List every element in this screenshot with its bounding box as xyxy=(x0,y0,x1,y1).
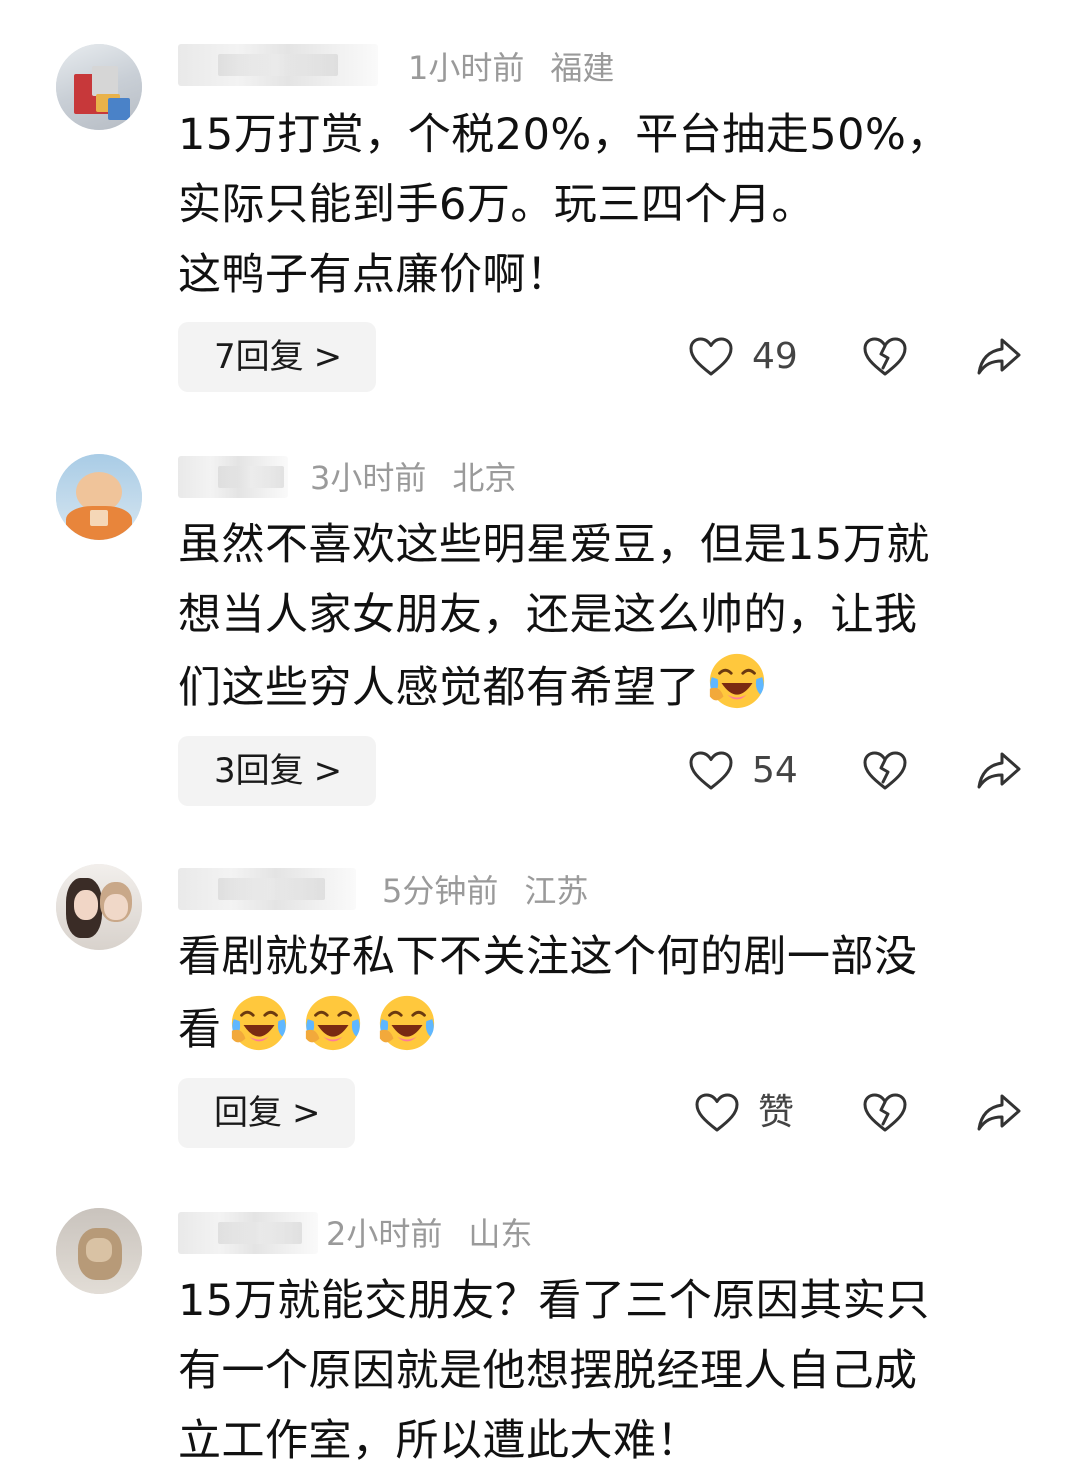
broken-heart-icon xyxy=(863,337,907,376)
avatar[interactable] xyxy=(56,454,142,540)
comment-meta: 5分钟前 江苏 xyxy=(382,870,588,912)
username-blurred[interactable] xyxy=(178,1212,318,1254)
laughing-crying-emoji xyxy=(709,653,765,709)
avatar[interactable] xyxy=(56,44,142,130)
comment-line-text: 看 xyxy=(178,1005,222,1055)
like-button[interactable]: 54 xyxy=(688,746,798,796)
comment-line: 15万就能交朋友？看了三个原因其实只 xyxy=(178,1276,930,1326)
comment-location: 北京 xyxy=(452,459,517,497)
comment-line: 们这些穷人感觉都有希望了 xyxy=(178,650,1018,723)
laughing-crying-emoji xyxy=(231,995,286,1051)
comment-time: 1小时前 xyxy=(408,49,525,87)
heart-outline-icon xyxy=(689,337,733,376)
dislike-button[interactable] xyxy=(862,746,908,796)
comment-meta: 2小时前 山东 xyxy=(326,1213,532,1255)
share-arrow-icon xyxy=(977,338,1021,375)
chevron-right-icon: > xyxy=(313,337,343,377)
replies-label: 7回复 xyxy=(214,337,304,377)
comment-text: 虽然不喜欢这些明星爱豆，但是15万就 想当人家女朋友，还是这么帅的，让我 们这些… xyxy=(178,510,1018,723)
comment-location: 江苏 xyxy=(524,872,589,910)
comment-line: 立工作室，所以遭此大难！ xyxy=(178,1416,700,1466)
comment-location: 山东 xyxy=(468,1215,533,1253)
share-arrow-icon xyxy=(977,752,1021,789)
replies-button[interactable]: 3回复 > xyxy=(178,736,377,806)
comment-line: 想当人家女朋友，还是这么帅的，让我 xyxy=(178,590,918,640)
avatar[interactable] xyxy=(56,1208,142,1294)
comment-line: 这鸭子有点廉价啊！ xyxy=(178,250,570,300)
replies-label: 3回复 xyxy=(214,751,304,791)
username-blurred[interactable] xyxy=(178,44,378,86)
comment-text: 15万就能交朋友？看了三个原因其实只 有一个原因就是他想摆脱经理人自己成 立工作… xyxy=(178,1266,1018,1476)
broken-heart-icon xyxy=(863,751,907,790)
like-count: 54 xyxy=(752,750,798,791)
comment-text: 看剧就好私下不关注这个何的剧一部没 看 xyxy=(178,922,1018,1065)
comment-line: 虽然不喜欢这些明星爱豆，但是15万就 xyxy=(178,520,930,570)
comment-time: 5分钟前 xyxy=(382,872,499,910)
laughing-crying-emoji xyxy=(379,995,434,1051)
comment-time: 3小时前 xyxy=(310,459,427,497)
heart-outline-icon xyxy=(695,1093,739,1132)
replies-button[interactable]: 回复 > xyxy=(178,1078,355,1148)
comment-line: 看剧就好私下不关注这个何的剧一部没 xyxy=(178,932,918,982)
comment-line: 15万打赏，个税20%，平台抽走50%， xyxy=(178,110,950,160)
avatar[interactable] xyxy=(56,864,142,950)
like-count: 赞 xyxy=(758,1092,795,1133)
like-count: 49 xyxy=(752,336,798,377)
comment-text: 15万打赏，个税20%，平台抽走50%， 实际只能到手6万。玩三四个月。 这鸭子… xyxy=(178,100,1018,310)
share-arrow-icon xyxy=(977,1094,1021,1131)
share-button[interactable] xyxy=(976,332,1022,382)
username-blurred[interactable] xyxy=(178,456,288,498)
like-button[interactable]: 赞 xyxy=(694,1088,794,1138)
like-button[interactable]: 49 xyxy=(688,332,798,382)
comment-line: 有一个原因就是他想摆脱经理人自己成 xyxy=(178,1346,918,1396)
chevron-right-icon: > xyxy=(313,751,343,791)
replies-button[interactable]: 7回复 > xyxy=(178,322,377,392)
comment-meta: 3小时前 北京 xyxy=(310,457,516,499)
broken-heart-icon xyxy=(863,1093,907,1132)
dislike-button[interactable] xyxy=(862,332,908,382)
comment-line-text: 们这些穷人感觉都有希望了 xyxy=(178,663,700,713)
share-button[interactable] xyxy=(976,1088,1022,1138)
heart-outline-icon xyxy=(689,751,733,790)
username-blurred[interactable] xyxy=(178,868,356,910)
comment-meta: 1小时前 福建 xyxy=(408,47,614,89)
comment-location: 福建 xyxy=(550,49,615,87)
replies-label: 回复 xyxy=(214,1093,282,1133)
laughing-crying-emoji xyxy=(305,995,360,1051)
comment-time: 2小时前 xyxy=(326,1215,443,1253)
comment-line: 实际只能到手6万。玩三四个月。 xyxy=(178,180,815,230)
dislike-button[interactable] xyxy=(862,1088,908,1138)
comment-line: 看 xyxy=(178,992,1018,1065)
share-button[interactable] xyxy=(976,746,1022,796)
chevron-right-icon: > xyxy=(292,1093,321,1133)
